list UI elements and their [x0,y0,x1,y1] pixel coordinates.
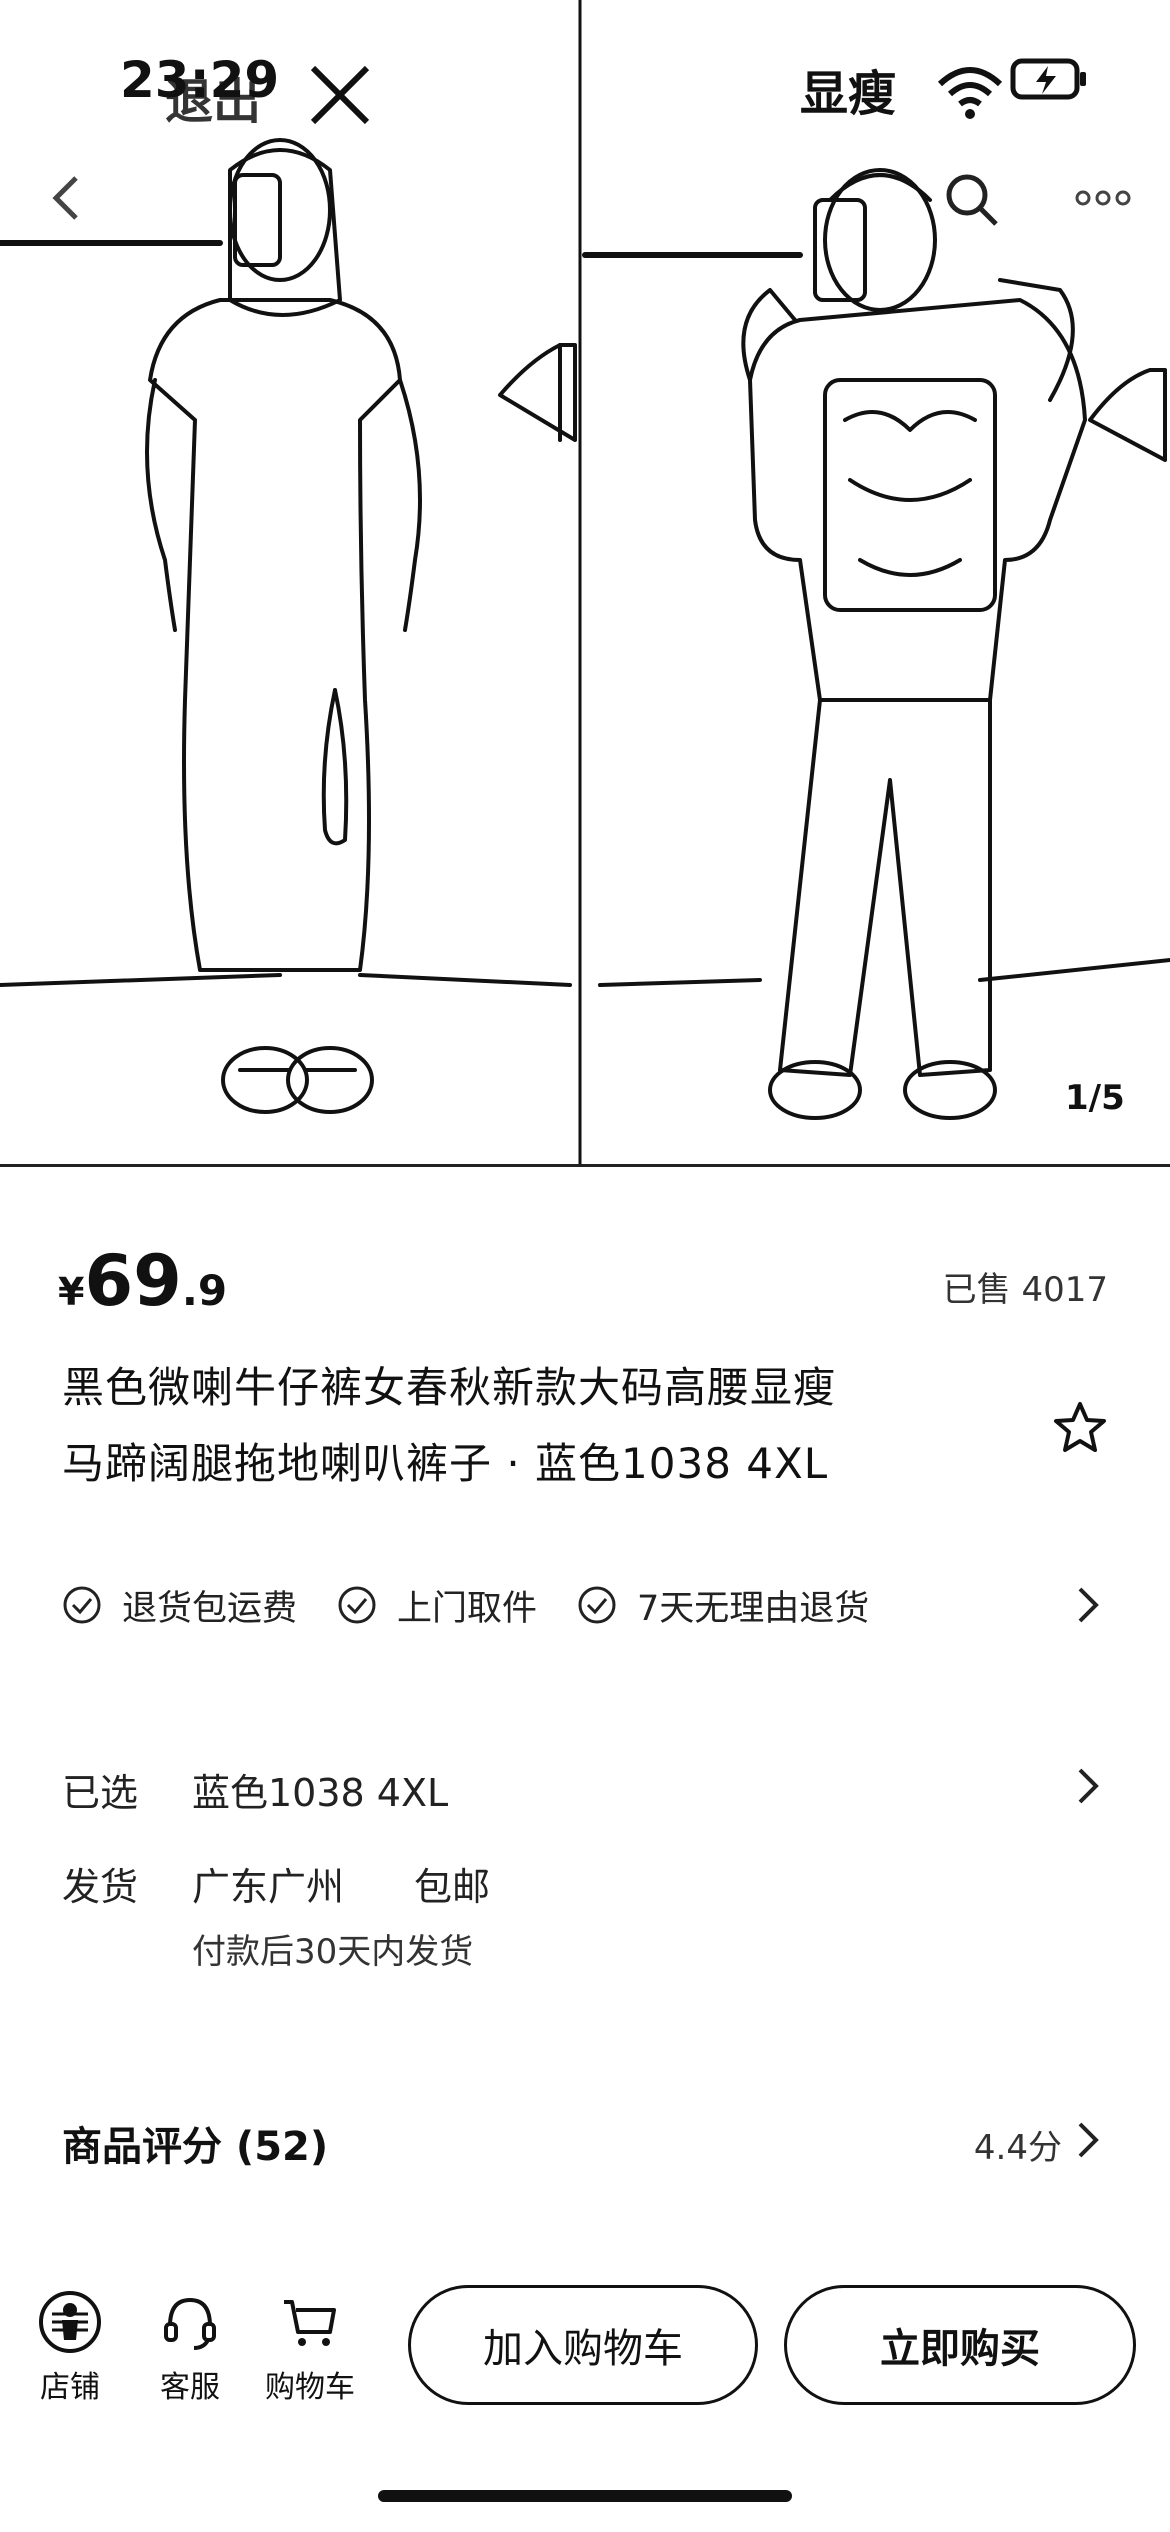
product-title-line1: 黑色微喇牛仔裤女春秋新款大码高腰显瘦 [62,1363,837,1412]
add-to-cart-button[interactable]: 加入购物车 [408,2285,758,2405]
rating-score: 4.4分 [973,2128,1062,2168]
shipping-label: 发货 [62,1865,139,1909]
store-button[interactable]: 店铺 [20,2290,120,2406]
check-circle-icon [63,1586,101,1624]
headset-icon [164,2297,216,2350]
rating-row[interactable]: 商品评分 (52) 4.4分 [62,2110,1122,2170]
overlay-text-right: 显瘦 [800,66,897,122]
service-guarantees[interactable]: 退货包运费 上门取件 7天无理由退货 [62,1580,1122,1630]
more-icon[interactable] [1075,188,1131,208]
check-circle-icon [578,1586,616,1624]
service-label: 上门取件 [397,1588,538,1629]
close-icon[interactable] [305,60,375,130]
home-indicator[interactable] [378,2490,792,2502]
service-item: 上门取件 [337,1580,537,1631]
overlay-text-left: 退出 [165,74,262,130]
customer-service-label: 客服 [160,2370,220,2405]
cart-icon [284,2300,336,2346]
back-chevron-left-icon[interactable] [48,172,84,224]
image-counter: 1/5 [1065,1078,1125,1118]
selected-label: 已选 [62,1771,139,1815]
check-circle-icon [338,1586,376,1624]
shipping-origin: 广东广州 [192,1865,345,1909]
search-icon[interactable] [942,170,1002,230]
wifi-icon [937,67,1003,119]
customer-service-button[interactable]: 客服 [140,2290,240,2406]
product-image-gallery[interactable]: 23:29 退出 显瘦 1/5 [0,0,1170,1166]
product-title-line2: 马蹄阔腿拖地喇叭裤子 · 蓝色1038 4XL [62,1439,829,1488]
service-label: 7天无理由退货 [637,1588,870,1629]
chevron-right-icon [1078,1768,1099,1804]
selected-spec-row[interactable]: 已选 蓝色1038 4XL [62,1758,1122,1815]
cart-label: 购物车 [265,2370,355,2405]
selected-value: 蓝色1038 4XL [192,1771,449,1815]
service-item: 7天无理由退货 [577,1580,869,1631]
store-label: 店铺 [40,2370,100,2405]
store-logo-icon [39,2291,101,2353]
shipping-row: 发货 广东广州 包邮 付款后30天内发货 [62,1852,1122,1982]
chevron-right-icon [1078,2122,1099,2158]
shipping-note: 付款后30天内发货 [192,1932,474,1972]
hero-divider [0,1164,1170,1167]
price: ¥ 69 .9 [58,1240,227,1322]
sold-count: 已售 4017 [942,1270,1108,1310]
shipping-fee: 包邮 [414,1865,491,1909]
product-title: 黑色微喇牛仔裤女春秋新款大码高腰显瘦 马蹄阔腿拖地喇叭裤子 · 蓝色1038 4… [62,1350,1002,1502]
price-integer: 69 [84,1240,182,1322]
favorite-star-icon[interactable] [1052,1400,1108,1456]
price-currency: ¥ [58,1270,85,1314]
rating-title: 商品评分 (52) [62,2124,329,2170]
service-item: 退货包运费 [62,1580,297,1631]
price-decimal: .9 [181,1266,228,1315]
bottom-action-bar: 店铺 客服 购物车 加入购物车 立即购买 [20,2285,1150,2415]
cart-button[interactable]: 购物车 [260,2290,360,2406]
service-label: 退货包运费 [122,1588,298,1629]
chevron-right-icon [1078,1587,1099,1623]
battery-icon [1010,58,1086,100]
buy-now-button[interactable]: 立即购买 [784,2285,1136,2405]
